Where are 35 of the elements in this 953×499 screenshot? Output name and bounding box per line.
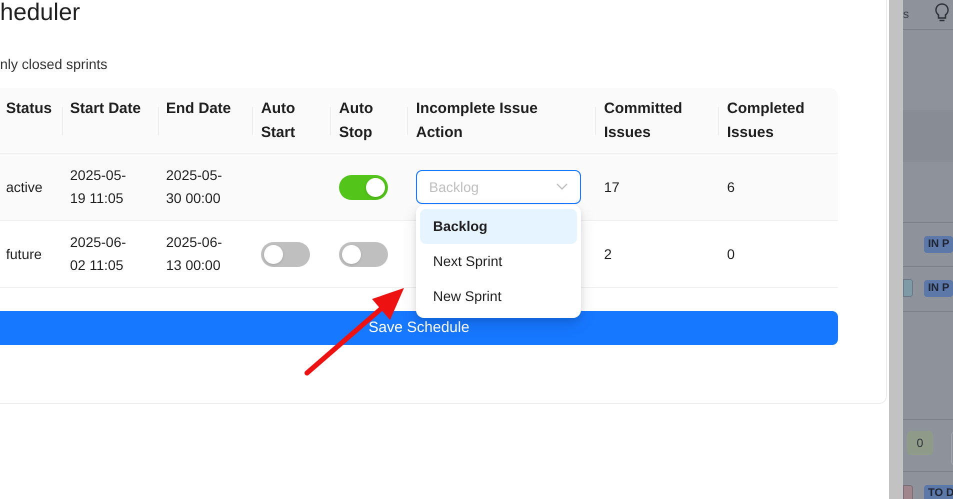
dialog-title: heduler [0,0,82,26]
date-cell-text: 2025-05-19 11:05 [70,166,128,208]
column-header: Committed Issues [604,99,684,143]
count-cell-text: 2 [604,244,612,264]
dropdown-option[interactable]: New Sprint [420,278,577,314]
save-schedule-button[interactable]: Save Schedule [0,311,838,345]
toggle-switch[interactable] [339,242,388,266]
note-text: nly closed sprints [0,56,108,72]
chevron-down-icon [556,183,568,191]
header-text: s [903,6,909,23]
toggle-switch[interactable] [261,242,310,266]
column-header: Start Date [70,99,142,119]
status-cell-text: active [6,178,43,196]
column-header: Completed Issues [727,99,806,143]
toggle-switch[interactable] [339,174,388,200]
column-header: Auto Start [261,99,296,143]
status-badge: IN P [924,280,953,297]
status-cell-text: future [6,244,42,264]
count-cell-text: 6 [727,178,735,196]
date-cell-text: 2025-06-13 00:00 [166,233,224,275]
dropdown-option[interactable]: Next Sprint [420,244,577,278]
status-badge: IN P [924,236,953,253]
column-header: Incomplete Issue Action [416,99,539,143]
column-header: Auto Stop [339,99,374,143]
tag-chip [903,485,913,499]
date-cell-text: 2025-05-30 00:00 [166,166,224,208]
column-header: End Date [166,99,232,119]
date-cell-text: 2025-06-02 11:05 [70,233,128,275]
tag-chip [903,279,913,297]
count-cell-text: 0 [727,244,735,264]
column-header: Status [6,99,53,119]
dropdown-option[interactable]: Backlog [420,208,577,244]
count-badge: 0 [907,431,933,455]
lightbulb-icon[interactable] [934,3,950,23]
count-cell-text: 17 [604,178,620,196]
